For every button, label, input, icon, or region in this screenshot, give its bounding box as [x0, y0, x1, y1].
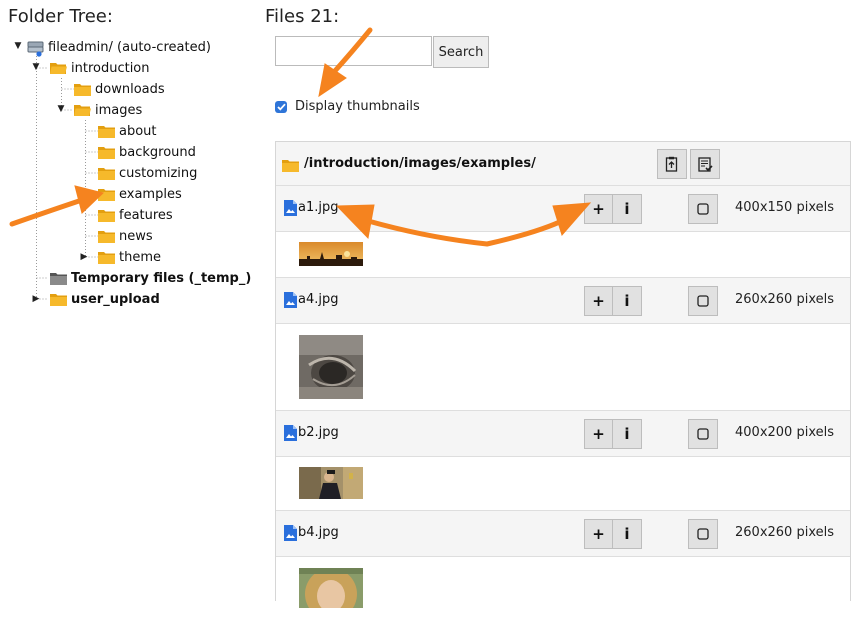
thumbnail-a1[interactable]: [299, 242, 363, 266]
add-file-button[interactable]: +: [584, 519, 613, 549]
folder-icon: [98, 188, 115, 201]
tree-node-label: downloads: [95, 81, 165, 97]
folder-gray-icon: [50, 272, 67, 285]
file-name[interactable]: b2.jpg: [298, 425, 339, 440]
tree-node-user-upload[interactable]: user_upload: [50, 289, 160, 309]
folder-icon: [50, 293, 67, 306]
tree-node-label: introduction: [71, 60, 150, 76]
tree-node-background[interactable]: background: [98, 142, 196, 162]
thumbnail-row-b4: [276, 557, 850, 617]
add-file-button[interactable]: +: [584, 194, 613, 224]
file-dimensions: 260x260 pixels: [735, 525, 834, 540]
tree-node-label: features: [119, 207, 173, 223]
image-file-icon: [284, 525, 297, 545]
file-info-button[interactable]: i: [613, 419, 642, 449]
tree-node-examples[interactable]: examples: [98, 184, 182, 204]
tree-node-label: Temporary files (_temp_): [71, 270, 252, 286]
folder-icon: [98, 209, 115, 222]
tree-node-introduction[interactable]: introduction: [50, 58, 150, 78]
tree-node-temporary-files[interactable]: Temporary files (_temp_): [50, 268, 251, 288]
tree-node-downloads[interactable]: downloads: [74, 79, 165, 99]
tree-node-label: examples: [119, 186, 182, 202]
select-all-button[interactable]: [690, 149, 720, 179]
file-select-checkbox[interactable]: [688, 519, 718, 549]
folder-icon: [98, 125, 115, 138]
thumbnail-row-a4: [276, 324, 850, 411]
image-file-icon: [284, 292, 297, 312]
folder-open-icon: [74, 104, 91, 117]
files-heading: Files 21:: [265, 6, 340, 27]
tree-node-about[interactable]: about: [98, 121, 157, 141]
file-dimensions: 400x150 pixels: [735, 200, 834, 215]
search-button[interactable]: Search: [433, 36, 489, 68]
file-name[interactable]: a4.jpg: [298, 292, 339, 307]
file-row-b4: b4.jpg + i 260x260 pixels: [276, 511, 850, 557]
display-thumbnails-label: Display thumbnails: [295, 99, 420, 114]
thumbnail-row-a1: [276, 232, 850, 278]
tree-toggle-theme[interactable]: ▶: [79, 252, 89, 262]
tree-toggle-images[interactable]: ▼: [56, 104, 66, 114]
file-row-a4: a4.jpg + i 260x260 pixels: [276, 278, 850, 324]
file-name[interactable]: a1.jpg: [298, 200, 339, 215]
empty-checkbox-icon: [697, 203, 709, 215]
path-row: /introduction/images/examples/: [276, 142, 850, 186]
thumbnail-b4[interactable]: [299, 568, 363, 608]
tree-node-label: fileadmin/ (auto-created): [48, 39, 211, 55]
folder-icon: [98, 167, 115, 180]
tree-node-customizing[interactable]: customizing: [98, 163, 197, 183]
tree-node-features[interactable]: features: [98, 205, 173, 225]
files-table: /introduction/images/examples/ a1.jpg + …: [275, 141, 851, 617]
tree-node-label: images: [95, 102, 143, 118]
current-path: /introduction/images/examples/: [304, 156, 536, 171]
tree-node-label: news: [119, 228, 153, 244]
file-select-checkbox[interactable]: [688, 419, 718, 449]
tree-toggle-user-upload[interactable]: ▶: [31, 294, 41, 304]
file-info-button[interactable]: i: [613, 286, 642, 316]
tree-node-label: customizing: [119, 165, 198, 181]
empty-checkbox-icon: [697, 295, 709, 307]
folder-icon: [98, 230, 115, 243]
file-row-a1: a1.jpg + i 400x150 pixels: [276, 186, 850, 232]
file-dimensions: 260x260 pixels: [735, 292, 834, 307]
tree-toggle-root[interactable]: ▼: [13, 41, 23, 51]
file-row-b2: b2.jpg + i 400x200 pixels: [276, 411, 850, 457]
file-dimensions: 400x200 pixels: [735, 425, 834, 440]
tree-toggle-introduction[interactable]: ▼: [31, 62, 41, 72]
empty-checkbox-icon: [697, 428, 709, 440]
search-input[interactable]: [275, 36, 432, 66]
folder-open-icon: [50, 62, 67, 75]
tree-node-theme[interactable]: theme: [98, 247, 161, 267]
checkmark-icon: [276, 103, 286, 111]
thumbnail-a4[interactable]: [299, 335, 363, 399]
tree-node-label: theme: [119, 249, 161, 265]
tree-node-label: about: [119, 123, 157, 139]
folder-icon: [98, 146, 115, 159]
tree-node-label: background: [119, 144, 196, 160]
folder-icon: [74, 83, 91, 96]
image-file-icon: [284, 200, 297, 220]
checklist-icon: [697, 156, 713, 172]
file-select-checkbox[interactable]: [688, 286, 718, 316]
file-name[interactable]: b4.jpg: [298, 525, 339, 540]
tree-node-root[interactable]: fileadmin/ (auto-created): [27, 37, 211, 57]
image-file-icon: [284, 425, 297, 445]
folder-icon: [98, 251, 115, 264]
add-file-button[interactable]: +: [584, 419, 613, 449]
empty-checkbox-icon: [697, 528, 709, 540]
display-thumbnails-checkbox[interactable]: [275, 100, 287, 113]
tree-node-news[interactable]: news: [98, 226, 153, 246]
thumbnail-b2[interactable]: [299, 467, 363, 499]
file-select-checkbox[interactable]: [688, 194, 718, 224]
display-thumbnails-toggle[interactable]: Display thumbnails: [275, 99, 420, 114]
clipboard-upload-icon: [665, 156, 678, 172]
file-info-button[interactable]: i: [613, 194, 642, 224]
tree-node-images[interactable]: images: [74, 100, 142, 120]
server-storage-icon: [27, 41, 44, 57]
add-file-button[interactable]: +: [584, 286, 613, 316]
paste-clipboard-button[interactable]: [657, 149, 687, 179]
folder-icon: [282, 157, 299, 176]
file-info-button[interactable]: i: [613, 519, 642, 549]
tree-node-label: user_upload: [71, 291, 160, 307]
thumbnail-row-b2: [276, 457, 850, 511]
